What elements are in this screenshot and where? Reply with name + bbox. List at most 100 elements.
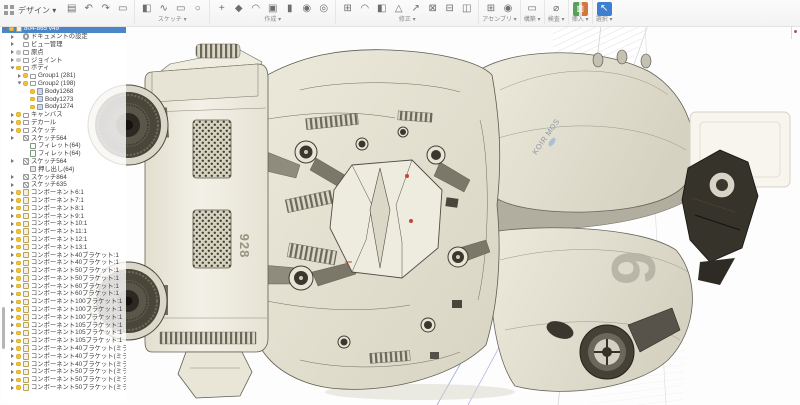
expand-arrow-icon[interactable] — [11, 175, 14, 179]
browser-tree-row[interactable]: コンポーネント11:1 — [2, 228, 126, 236]
expand-arrow-icon[interactable] — [11, 206, 14, 210]
visibility-bulb-icon[interactable] — [16, 331, 21, 336]
visibility-bulb-icon[interactable] — [16, 284, 21, 289]
visibility-bulb-icon[interactable] — [16, 261, 21, 266]
expand-arrow-icon[interactable] — [11, 222, 14, 226]
data-panel-icon[interactable] — [4, 5, 15, 16]
expand-arrow-icon[interactable] — [11, 331, 14, 335]
workspace-label[interactable]: デザイン ▾ — [18, 5, 56, 16]
visibility-bulb-icon[interactable] — [16, 222, 21, 227]
press-pull-icon[interactable]: ⊞ — [340, 2, 355, 16]
expand-arrow-icon[interactable] — [11, 323, 14, 327]
expand-arrow-icon[interactable] — [11, 120, 14, 124]
ribbon-group-label[interactable]: 修正 ▾ — [399, 16, 416, 24]
browser-tree-row[interactable]: スケッチ — [2, 126, 126, 134]
expand-arrow-icon[interactable] — [11, 214, 14, 218]
visibility-bulb-icon[interactable] — [30, 97, 35, 102]
visibility-bulb-icon[interactable] — [9, 27, 14, 32]
browser-tree-row[interactable]: ジョイント — [2, 56, 126, 64]
expand-arrow-icon[interactable] — [18, 82, 22, 85]
rectangle-icon[interactable]: ▭ — [173, 2, 188, 16]
browser-tree-row[interactable]: コンポーネント50ブラケット(ミラー):1 — [2, 368, 126, 376]
expand-arrow-icon[interactable] — [11, 315, 14, 319]
visibility-bulb-icon[interactable] — [16, 253, 21, 258]
browser-tree-row[interactable]: スケッチ635 — [2, 181, 126, 189]
expand-arrow-icon[interactable] — [11, 362, 14, 366]
expand-arrow-icon[interactable] — [11, 159, 14, 163]
torus-icon[interactable]: ◎ — [316, 2, 331, 16]
visibility-bulb-icon[interactable] — [16, 58, 21, 63]
visibility-bulb-icon[interactable] — [16, 370, 21, 375]
browser-tree-row[interactable]: コンポーネント105ブラケット:1 — [2, 337, 126, 345]
measure-icon[interactable]: ⌀ — [549, 2, 564, 16]
visibility-bulb-icon[interactable] — [16, 128, 21, 133]
visibility-bulb-icon[interactable] — [23, 81, 28, 86]
revolve-icon[interactable]: ◠ — [248, 2, 263, 16]
circle-icon[interactable]: ○ — [190, 2, 205, 16]
expand-arrow-icon[interactable] — [11, 386, 14, 390]
create-sketch-icon[interactable]: ◧ — [139, 2, 154, 16]
browser-tree-row[interactable]: コンポーネント100ブラケット:1 — [2, 298, 126, 306]
browser-tree-row[interactable]: コンポーネント40ブラケット(ミラー):1 — [2, 360, 126, 368]
expand-arrow-icon[interactable] — [11, 198, 14, 202]
expand-arrow-icon[interactable] — [11, 308, 14, 312]
visibility-bulb-icon[interactable] — [16, 214, 21, 219]
create-form-icon[interactable]: + — [214, 2, 229, 16]
browser-tree-row[interactable]: コンポーネント105ブラケット:1 — [2, 329, 126, 337]
browser-tree-row[interactable]: Group1 (281) — [2, 72, 126, 80]
browser-tree-row[interactable]: コンポーネント40ブラケット(ミラー):1 — [2, 352, 126, 360]
visibility-bulb-icon[interactable] — [16, 120, 21, 125]
browser-tree-row[interactable]: ビュー管理 — [2, 41, 126, 49]
ribbon-group-label[interactable]: スケッチ ▾ — [158, 16, 187, 24]
expand-arrow-icon[interactable] — [11, 261, 14, 265]
browser-tree-row[interactable]: コンポーネント50ブラケット(ミラー):1 — [2, 384, 126, 392]
box-icon[interactable]: ▣ — [265, 2, 280, 16]
visibility-bulb-icon[interactable] — [16, 237, 21, 242]
browser-scrollbar[interactable] — [2, 307, 5, 349]
visibility-bulb-icon[interactable] — [16, 66, 21, 71]
browser-tree-row[interactable]: スケッチ564 — [2, 158, 126, 166]
browser-tree-row[interactable]: コンポーネント105ブラケット:1 — [2, 321, 126, 329]
expand-arrow-icon[interactable] — [11, 66, 15, 69]
expand-arrow-icon[interactable] — [11, 35, 14, 39]
ribbon-group-label[interactable]: 構築 ▾ — [524, 16, 541, 24]
visibility-bulb-icon[interactable] — [16, 198, 21, 203]
visibility-bulb-icon[interactable] — [16, 339, 21, 344]
browser-tree-row[interactable]: コンポーネント40ブラケット(ミラー):1 — [2, 345, 126, 353]
expand-arrow-icon[interactable] — [11, 339, 14, 343]
visibility-bulb-icon[interactable] — [16, 315, 21, 320]
browser-tree-row[interactable]: コンポーネント50ブラケット:1 — [2, 275, 126, 283]
ribbon-group-label[interactable]: 挿入 ▾ — [572, 16, 589, 24]
visibility-bulb-icon[interactable] — [16, 276, 21, 281]
expand-arrow-icon[interactable] — [11, 347, 14, 351]
visibility-bulb-icon[interactable] — [16, 307, 21, 312]
undo-icon[interactable]: ↶ — [81, 2, 96, 16]
shell-icon[interactable]: ◧ — [374, 2, 389, 16]
expand-arrow-icon[interactable] — [11, 300, 14, 304]
construct-plane-icon[interactable]: ▭ — [525, 2, 540, 16]
expand-arrow-icon[interactable] — [4, 27, 8, 30]
browser-tree-row[interactable]: コンポーネント40ブラケット:1 — [2, 259, 126, 267]
expand-arrow-icon[interactable] — [11, 370, 14, 374]
offset-face-icon[interactable]: ⊟ — [442, 2, 457, 16]
expand-arrow-icon[interactable] — [11, 50, 14, 54]
visibility-bulb-icon[interactable] — [23, 73, 28, 78]
browser-tree-row[interactable]: コンポーネント8:1 — [2, 204, 126, 212]
visibility-bulb-icon[interactable] — [30, 89, 35, 94]
browser-tree-row[interactable]: コンポーネント60ブラケット:1 — [2, 290, 126, 298]
browser-tree-row[interactable]: ドキュメントの設定 — [2, 33, 126, 41]
cylinder-icon[interactable]: ▮ — [282, 2, 297, 16]
ribbon-group-label[interactable]: 作成 ▾ — [264, 16, 281, 24]
browser-tree-row[interactable]: コンポーネント100ブラケット:1 — [2, 306, 126, 314]
visibility-bulb-icon[interactable] — [16, 385, 21, 390]
browser-tree-row[interactable]: スケッチ864 — [2, 173, 126, 181]
expand-arrow-icon[interactable] — [11, 113, 14, 117]
expand-arrow-icon[interactable] — [11, 292, 14, 296]
expand-arrow-icon[interactable] — [18, 74, 21, 78]
visibility-bulb-icon[interactable] — [16, 112, 21, 117]
browser-tree-row[interactable]: ボディ — [2, 64, 126, 72]
expand-arrow-icon[interactable] — [11, 58, 14, 62]
visibility-bulb-icon[interactable] — [16, 378, 21, 383]
extrude-icon[interactable]: ◆ — [231, 2, 246, 16]
visibility-bulb-icon[interactable] — [16, 346, 21, 351]
